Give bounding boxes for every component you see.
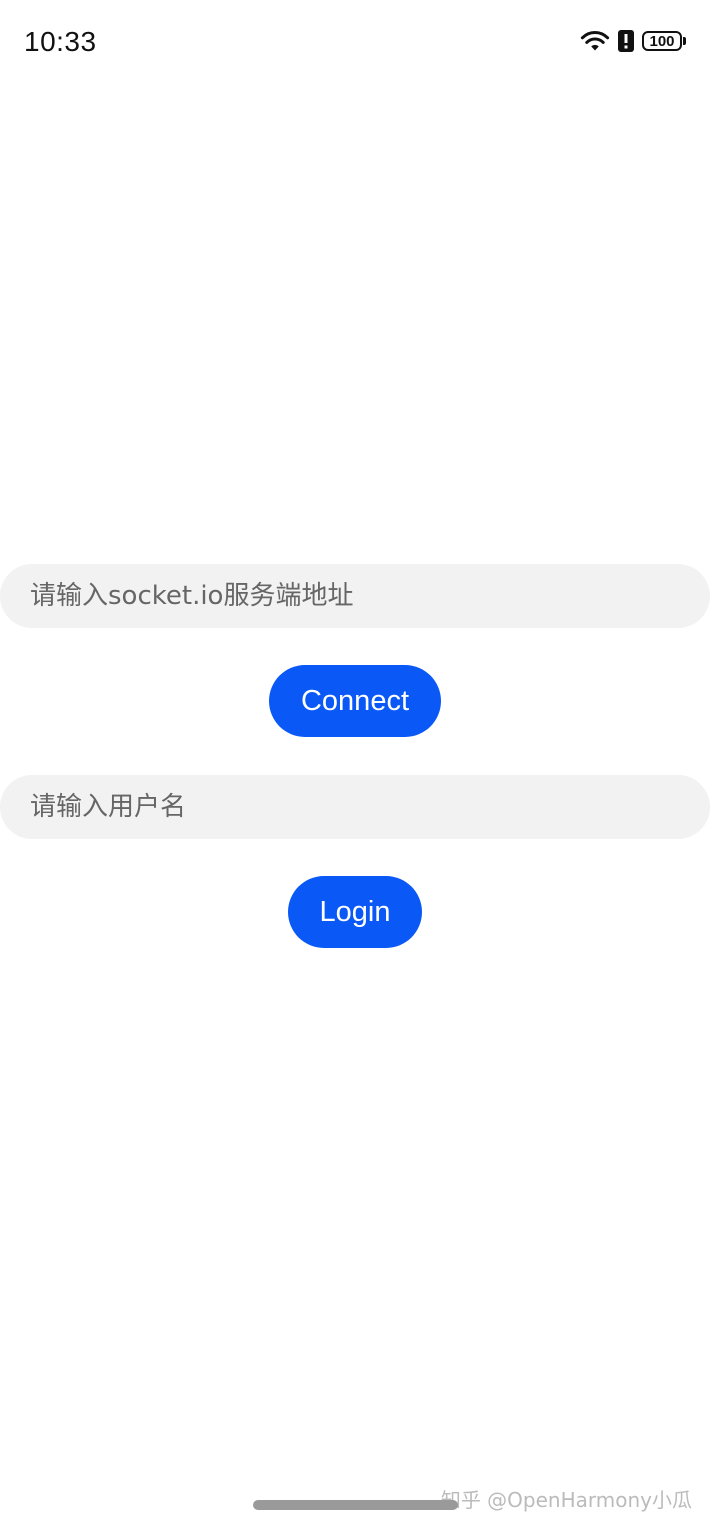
alert-icon	[618, 30, 634, 52]
login-button[interactable]: Login	[288, 876, 422, 948]
connect-button[interactable]: Connect	[269, 665, 441, 737]
home-indicator[interactable]	[253, 1500, 458, 1510]
battery-icon: 100	[642, 30, 688, 52]
watermark: 知乎 @OpenHarmony小瓜	[440, 1488, 692, 1512]
status-icons: 100	[580, 30, 688, 52]
status-bar: 10:33 100	[0, 0, 710, 90]
battery-tip	[683, 37, 686, 45]
username-input[interactable]	[30, 775, 710, 839]
wifi-icon	[580, 30, 610, 52]
server-address-field[interactable]	[0, 564, 710, 628]
server-address-input[interactable]	[30, 564, 710, 628]
battery-level: 100	[642, 31, 682, 51]
username-field[interactable]	[0, 775, 710, 839]
status-time: 10:33	[24, 26, 97, 57]
